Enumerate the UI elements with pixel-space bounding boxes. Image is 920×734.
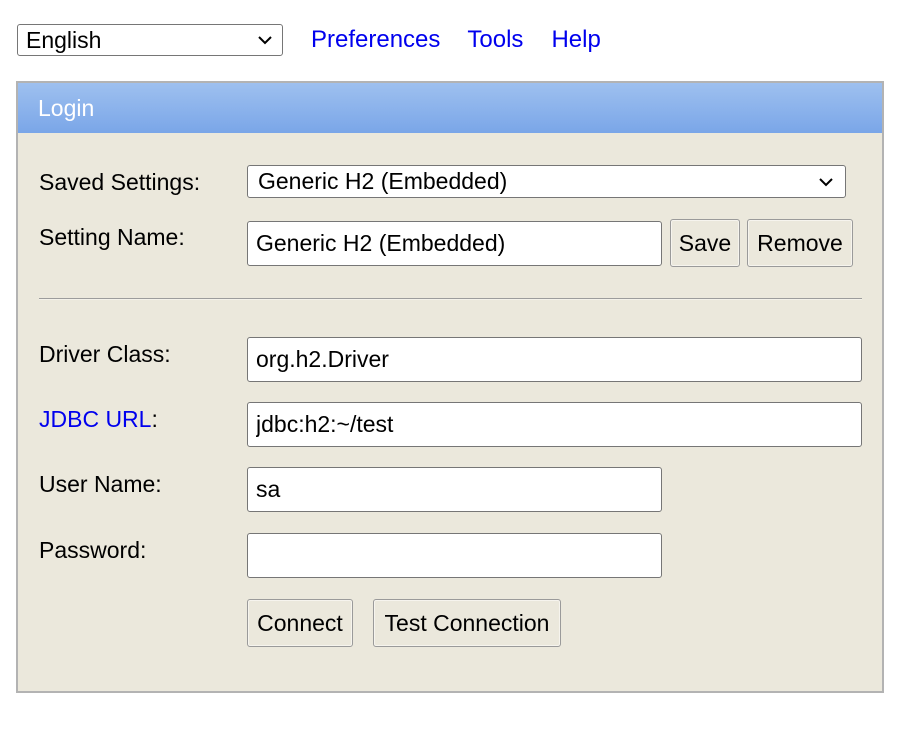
user-name-label: User Name: (39, 471, 162, 497)
user-name-input[interactable] (247, 467, 662, 512)
driver-class-label: Driver Class: (39, 341, 171, 367)
setting-name-label: Setting Name: (39, 224, 185, 250)
saved-settings-value: Generic H2 (Embedded) (258, 168, 508, 194)
chevron-down-icon (258, 36, 272, 45)
login-title: Login (38, 94, 95, 121)
chevron-down-icon (819, 177, 833, 186)
test-connection-button[interactable]: Test Connection (373, 599, 561, 647)
saved-settings-select[interactable]: Generic H2 (Embedded) (247, 165, 846, 198)
save-button[interactable]: Save (670, 219, 740, 267)
remove-button[interactable]: Remove (747, 219, 853, 267)
jdbc-url-label-suffix: : (151, 406, 158, 432)
login-panel: Login Saved Settings: Generic H2 (Embedd… (16, 81, 884, 693)
connect-button[interactable]: Connect (247, 599, 353, 647)
help-link[interactable]: Help (551, 26, 600, 54)
language-select-value: English (26, 26, 102, 53)
jdbc-url-link[interactable]: JDBC URL (39, 406, 151, 432)
jdbc-url-label: JDBC URL: (39, 406, 158, 433)
saved-settings-label: Saved Settings: (39, 169, 201, 195)
top-bar: English Preferences Tools Help (17, 23, 601, 57)
jdbc-url-input[interactable] (247, 402, 862, 447)
driver-class-input[interactable] (247, 337, 862, 382)
password-input[interactable] (247, 533, 662, 578)
tools-link[interactable]: Tools (467, 26, 523, 54)
setting-name-input[interactable] (247, 221, 662, 266)
password-label: Password: (39, 537, 147, 563)
login-panel-header: Login (18, 83, 882, 133)
language-select[interactable]: English (17, 24, 283, 56)
preferences-link[interactable]: Preferences (311, 26, 440, 54)
section-divider (39, 298, 862, 300)
